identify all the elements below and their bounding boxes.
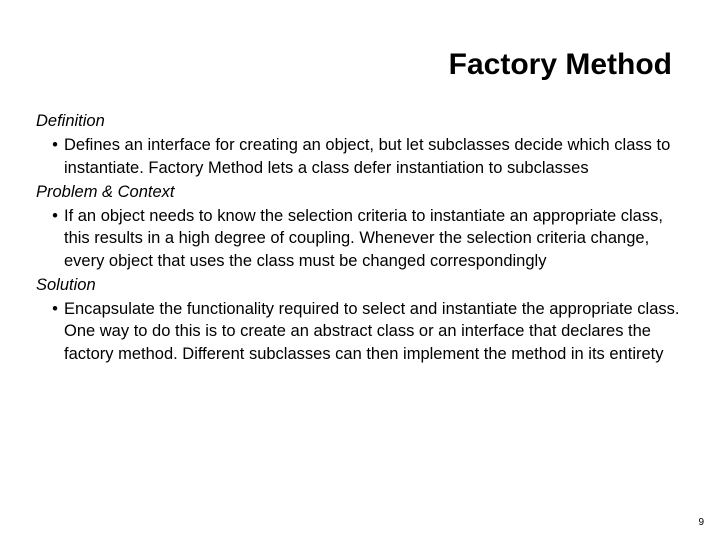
bullet-text: Defines an interface for creating an obj… [64,134,684,179]
list-item: • Defines an interface for creating an o… [36,134,684,179]
page-number: 9 [698,517,704,528]
bullet-icon: • [36,205,64,227]
bullet-text: If an object needs to know the selection… [64,205,684,272]
slide-content: Definition • Defines an interface for cr… [36,110,684,365]
section-heading-definition: Definition [36,110,684,132]
section-heading-problem-context: Problem & Context [36,181,684,203]
list-item: • Encapsulate the functionality required… [36,298,684,365]
list-item: • If an object needs to know the selecti… [36,205,684,272]
section-heading-solution: Solution [36,274,684,296]
bullet-text: Encapsulate the functionality required t… [64,298,684,365]
slide-title: Factory Method [36,48,684,82]
bullet-icon: • [36,298,64,320]
bullet-icon: • [36,134,64,156]
